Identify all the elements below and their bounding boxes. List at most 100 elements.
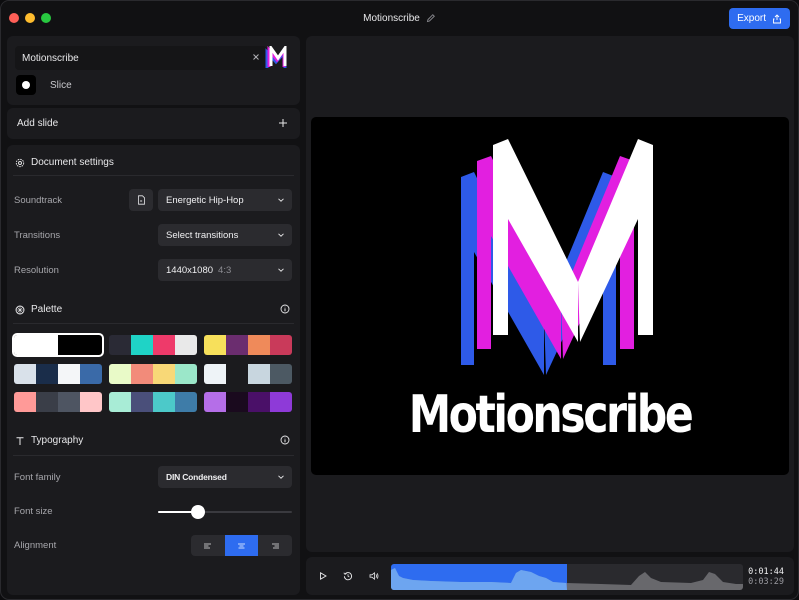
swatch-color: [175, 392, 197, 412]
palette-swatch[interactable]: [14, 364, 102, 384]
palette-title: Palette: [31, 304, 63, 315]
typography-heading: Typography: [15, 435, 83, 446]
palette-swatch[interactable]: [109, 392, 197, 412]
soundtrack-file-button[interactable]: [129, 189, 153, 211]
swatch-color: [153, 392, 175, 412]
swatch-color: [14, 392, 36, 412]
palette-swatch[interactable]: [204, 364, 292, 384]
chevron-down-icon: [278, 198, 284, 202]
chevron-down-icon: [278, 268, 284, 272]
swatch-color: [109, 392, 131, 412]
resolution-label: Resolution: [14, 265, 59, 276]
zoom-window-button[interactable]: [41, 13, 51, 23]
palette-swatch[interactable]: [204, 392, 292, 412]
swatch-color: [80, 364, 102, 384]
swatch-color: [109, 335, 131, 355]
palette-icon: [15, 305, 25, 314]
swatch-color: [226, 335, 248, 355]
swatch-color: [80, 392, 102, 412]
audio-waveform[interactable]: [391, 564, 743, 590]
current-time: 0:01:44: [748, 567, 784, 577]
title-bar: Motionscribe Export: [1, 1, 798, 35]
swatch-color: [175, 364, 197, 384]
swatch-color: [58, 392, 80, 412]
swatch-color: [36, 364, 58, 384]
close-window-button[interactable]: [9, 13, 19, 23]
document-settings-title: Document settings: [31, 157, 114, 168]
font-family-label: Font family: [14, 472, 61, 483]
swatch-color: [248, 335, 270, 355]
swatch-color: [153, 364, 175, 384]
font-size-label: Font size: [14, 506, 53, 517]
slider-thumb[interactable]: [191, 505, 206, 519]
align-center-button[interactable]: [224, 535, 259, 556]
align-right-button[interactable]: [258, 535, 292, 556]
font-family-select[interactable]: DIN Condensed: [158, 466, 292, 488]
typography-title: Typography: [31, 435, 84, 446]
window-title: Motionscribe: [363, 12, 420, 24]
swatch-color: [270, 392, 292, 412]
app-window: Motionscribe Export Motionscribe Slice A…: [0, 0, 799, 600]
add-slide-button[interactable]: Add slide: [7, 108, 300, 139]
palette-swatch[interactable]: [109, 335, 197, 355]
resolution-ratio: 4:3: [218, 264, 232, 276]
transitions-value: Select transitions: [166, 229, 239, 241]
align-left-icon: [204, 543, 212, 548]
project-name-field[interactable]: Motionscribe: [15, 46, 267, 70]
slice-item[interactable]: Slice: [16, 75, 72, 95]
swatch-color: [58, 335, 102, 355]
transitions-label: Transitions: [14, 230, 61, 241]
soundtrack-label: Soundtrack: [14, 195, 63, 206]
pencil-icon[interactable]: [426, 13, 436, 23]
rewind-icon[interactable]: [343, 571, 353, 581]
divider: [13, 455, 294, 456]
swatch-color: [226, 392, 248, 412]
soundtrack-select[interactable]: Energetic Hip-Hop: [158, 189, 292, 211]
info-icon[interactable]: [280, 435, 290, 445]
chevron-down-icon: [278, 233, 284, 237]
swatch-color: [131, 335, 153, 355]
swatch-color: [204, 392, 226, 412]
alignment-label: Alignment: [14, 540, 57, 551]
preview-panel: Motionscribe: [306, 36, 794, 552]
swatch-color: [248, 364, 270, 384]
share-icon: [773, 13, 781, 23]
add-slide-label: Add slide: [17, 118, 59, 129]
font-size-slider[interactable]: [158, 505, 292, 519]
swatch-color: [131, 364, 153, 384]
chevron-down-icon: [278, 475, 284, 479]
logo-thumbnail[interactable]: [265, 46, 287, 70]
palette-swatch[interactable]: [204, 335, 292, 355]
swatch-color: [58, 364, 80, 384]
align-left-button[interactable]: [191, 535, 225, 556]
transitions-select[interactable]: Select transitions: [158, 224, 292, 246]
swatch-color: [270, 335, 292, 355]
play-icon[interactable]: [318, 571, 328, 581]
plus-icon: [279, 119, 287, 127]
slice-label: Slice: [50, 79, 72, 91]
total-time: 0:03:29: [748, 577, 784, 587]
settings-panel: Document settings Soundtrack Energetic H…: [7, 145, 300, 595]
align-center-icon: [238, 543, 245, 548]
palette-swatch[interactable]: [12, 333, 104, 357]
swatch-color: [14, 364, 36, 384]
swatch-color: [270, 364, 292, 384]
slide-title: Motionscribe: [408, 385, 694, 445]
resolution-select[interactable]: 1440x1080 4:3: [158, 259, 292, 281]
swatch-color: [204, 364, 226, 384]
swatch-color: [14, 335, 58, 355]
export-button[interactable]: Export: [729, 8, 790, 29]
minimize-window-button[interactable]: [25, 13, 35, 23]
palette-swatch[interactable]: [109, 364, 197, 384]
swatch-color: [131, 392, 153, 412]
font-family-value: DIN Condensed: [166, 472, 227, 482]
close-icon[interactable]: [251, 52, 261, 62]
soundtrack-value: Energetic Hip-Hop: [166, 194, 244, 206]
volume-icon[interactable]: [369, 571, 379, 581]
document-settings-heading: Document settings: [15, 157, 114, 168]
slice-color-dot: [16, 75, 36, 95]
slide-canvas[interactable]: Motionscribe: [311, 117, 789, 475]
info-icon[interactable]: [280, 304, 290, 314]
palette-swatch[interactable]: [14, 392, 102, 412]
align-right-icon: [271, 543, 279, 548]
